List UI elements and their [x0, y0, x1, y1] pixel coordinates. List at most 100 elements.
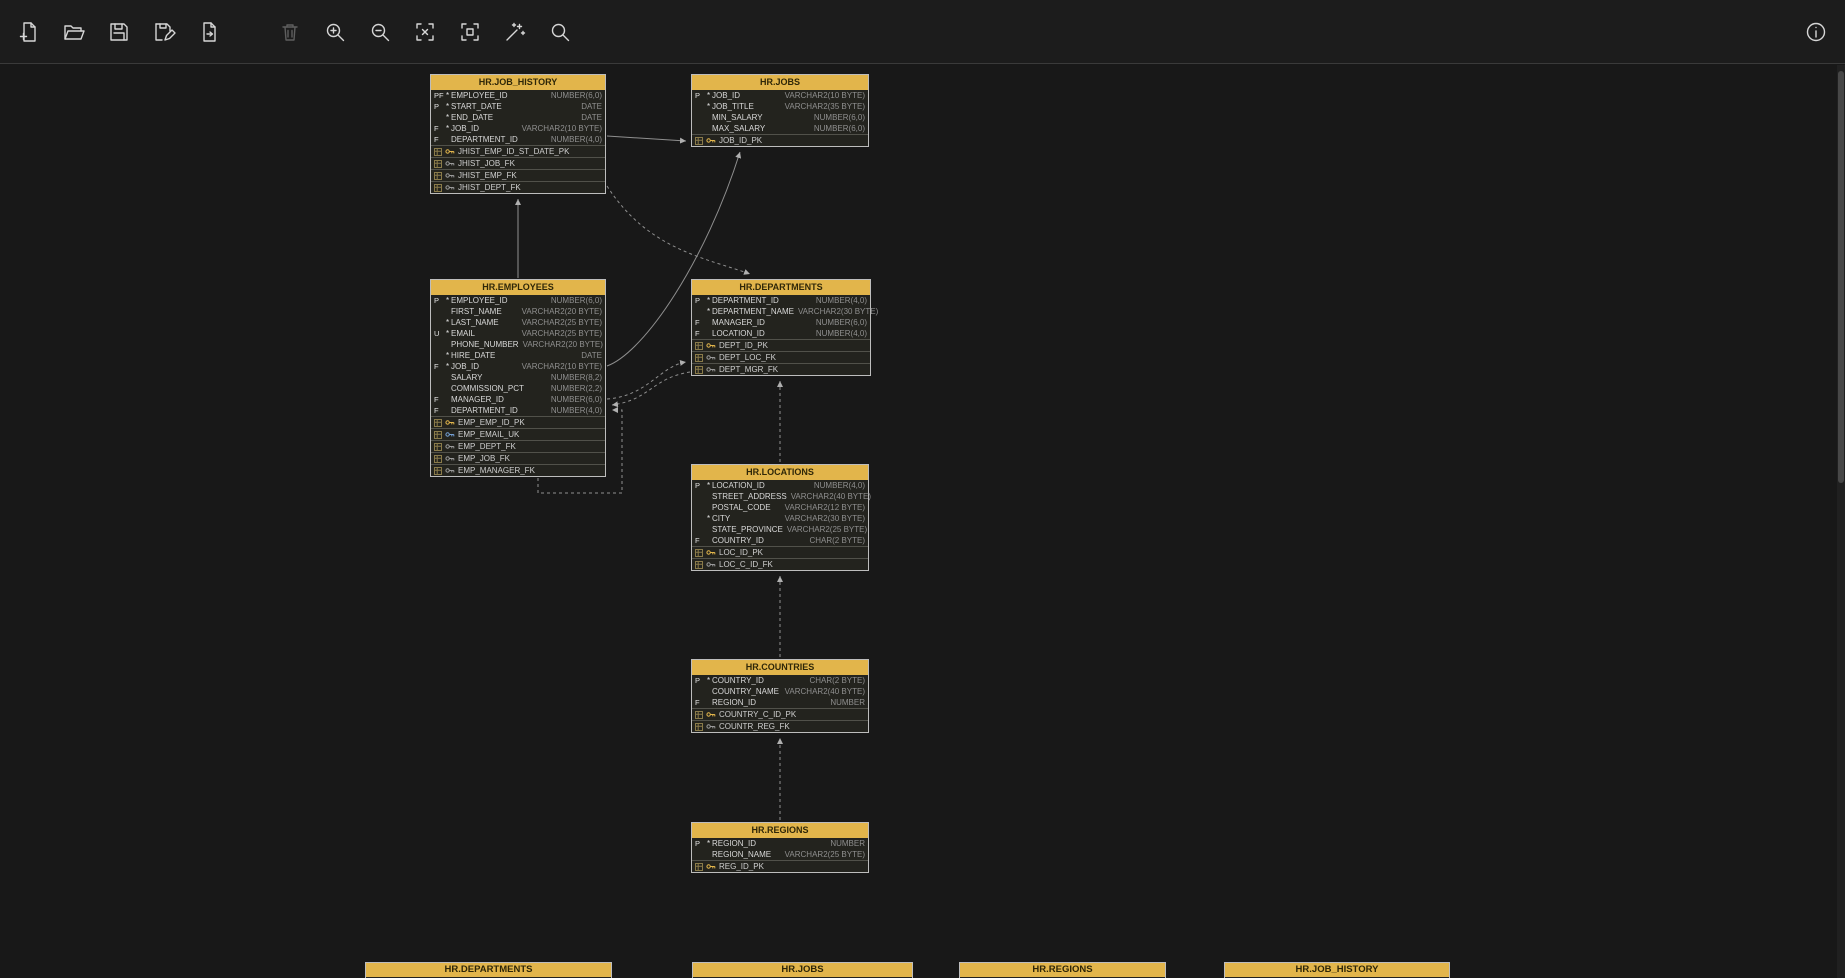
main-toolbar [0, 0, 1845, 64]
entity-table-hr-employees[interactable]: HR.EMPLOYEESP*EMPLOYEE_IDNUMBER(6,0)FIRS… [430, 279, 606, 477]
key-name: DEPT_ID_PK [719, 341, 768, 350]
column-flags: P [695, 91, 707, 100]
key-name: COUNTR_REG_FK [719, 722, 790, 731]
entity-table-partial-hr-job-history[interactable]: HR.JOB_HISTORY [1224, 962, 1450, 978]
entity-table-hr-countries[interactable]: HR.COUNTRIESP*COUNTRY_IDCHAR(2 BYTE)COUN… [691, 659, 869, 733]
fit-screen-button[interactable] [451, 13, 489, 51]
column-row: MAX_SALARYNUMBER(6,0) [692, 123, 868, 134]
save-button[interactable] [100, 13, 138, 51]
column-type: VARCHAR2(10 BYTE) [518, 124, 602, 133]
vertical-scrollbar-thumb[interactable] [1838, 71, 1844, 483]
export-button[interactable] [190, 13, 228, 51]
column-type: DATE [577, 351, 602, 360]
entity-table-hr-locations[interactable]: HR.LOCATIONSP*LOCATION_IDNUMBER(4,0)STRE… [691, 464, 869, 571]
column-name: JOB_ID [451, 362, 479, 371]
connector-jhist-job-fk[interactable] [607, 136, 686, 141]
key-row: DEPT_LOC_FK [692, 351, 870, 363]
pk-key-icon [445, 147, 455, 156]
pk-key-icon [445, 418, 455, 427]
entity-table-partial-hr-departments[interactable]: HR.DEPARTMENTS [365, 962, 612, 978]
column-name: COUNTRY_ID [712, 676, 764, 685]
column-name: MANAGER_ID [712, 318, 765, 327]
save-icon [107, 20, 131, 44]
column-row: FIRST_NAMEVARCHAR2(20 BYTE) [431, 306, 605, 317]
column-type: VARCHAR2(30 BYTE) [781, 514, 865, 523]
index-grid-icon [434, 160, 442, 168]
new-diagram-icon [17, 20, 41, 44]
column-type: VARCHAR2(25 BYTE) [781, 850, 865, 859]
column-type: VARCHAR2(40 BYTE) [787, 492, 871, 501]
column-type: VARCHAR2(10 BYTE) [781, 91, 865, 100]
entity-table-hr-regions[interactable]: HR.REGIONSP*REGION_IDNUMBERREGION_NAME VA… [691, 822, 869, 873]
diagram-canvas[interactable]: HR.JOB_HISTORYPF*EMPLOYEE_IDNUMBER(6,0)P… [0, 0, 1845, 978]
export-icon [197, 20, 221, 44]
delete-button[interactable] [271, 13, 309, 51]
column-type: VARCHAR2(40 BYTE) [781, 687, 865, 696]
column-name: EMPLOYEE_ID [451, 296, 507, 305]
zoom-out-button[interactable] [361, 13, 399, 51]
fk-key-icon [706, 353, 716, 362]
key-name: DEPT_MGR_FK [719, 365, 778, 374]
column-row: COUNTRY_NAMEVARCHAR2(40 BYTE) [692, 686, 868, 697]
entity-table-hr-job-history[interactable]: HR.JOB_HISTORYPF*EMPLOYEE_IDNUMBER(6,0)P… [430, 74, 606, 194]
column-flags: F [434, 406, 446, 415]
pk-key-icon [706, 548, 716, 557]
index-grid-icon [695, 863, 703, 871]
entity-table-partial-hr-jobs[interactable]: HR.JOBS [692, 962, 913, 978]
column-name: LOCATION_ID [712, 329, 765, 338]
column-type: VARCHAR2(20 BYTE) [519, 340, 603, 349]
connector-dept-mgr-fk[interactable] [612, 372, 690, 405]
column-row: P*REGION_IDNUMBER [692, 838, 868, 849]
fk-key-icon [706, 722, 716, 731]
column-row: COMMISSION_PCTNUMBER(2,2) [431, 383, 605, 394]
index-grid-icon [695, 342, 703, 350]
column-type: DATE [577, 113, 602, 122]
search-button[interactable] [541, 13, 579, 51]
save-as-button[interactable] [145, 13, 183, 51]
open-button[interactable] [55, 13, 93, 51]
table-title: HR.EMPLOYEES [431, 280, 605, 295]
column-flags: F [434, 362, 446, 371]
column-type: NUMBER(6,0) [810, 113, 865, 122]
column-name: SALARY [451, 373, 482, 382]
column-name: REGION_NAME [712, 850, 771, 859]
column-row: FDEPARTMENT_IDNUMBER(4,0) [431, 405, 605, 416]
column-row: *END_DATEDATE [431, 112, 605, 123]
column-name: START_DATE [451, 102, 502, 111]
column-type: VARCHAR2(25 BYTE) [518, 318, 602, 327]
zoom-to-fit-button[interactable] [406, 13, 444, 51]
connector-emp-dept-fk[interactable] [607, 362, 686, 399]
column-type: VARCHAR2(20 BYTE) [518, 307, 602, 316]
info-button[interactable] [1797, 13, 1835, 51]
entity-table-hr-jobs[interactable]: HR.JOBSP*JOB_IDVARCHAR2(10 BYTE)*JOB_TIT… [691, 74, 869, 147]
index-grid-icon [695, 366, 703, 374]
fk-key-icon [445, 442, 455, 451]
fk-key-icon [445, 183, 455, 192]
column-name: COMMISSION_PCT [451, 384, 524, 393]
column-row: F*JOB_IDVARCHAR2(10 BYTE) [431, 361, 605, 372]
column-type: NUMBER(6,0) [547, 395, 602, 404]
new-diagram-button[interactable] [10, 13, 48, 51]
key-row: JHIST_EMP_ID_ST_DATE_PK [431, 145, 605, 157]
column-row: *JOB_TITLEVARCHAR2(35 BYTE) [692, 101, 868, 112]
column-name: STATE_PROVINCE [712, 525, 783, 534]
entity-table-partial-hr-regions[interactable]: HR.REGIONS [959, 962, 1166, 978]
column-row: P*START_DATEDATE [431, 101, 605, 112]
zoom-in-button[interactable] [316, 13, 354, 51]
column-name: MANAGER_ID [451, 395, 504, 404]
fk-key-icon [445, 171, 455, 180]
connector-jhist-dept-fk[interactable] [607, 186, 750, 274]
table-title: HR.REGIONS [692, 823, 868, 838]
fk-key-icon [706, 560, 716, 569]
column-type: NUMBER(4,0) [812, 329, 867, 338]
key-name: LOC_C_ID_FK [719, 560, 773, 569]
vertical-scrollbar[interactable] [1837, 65, 1845, 978]
column-type: VARCHAR2(25 BYTE) [783, 525, 867, 534]
entity-table-hr-departments[interactable]: HR.DEPARTMENTSP*DEPARTMENT_IDNUMBER(4,0)… [691, 279, 871, 376]
index-grid-icon [434, 184, 442, 192]
column-type: NUMBER(6,0) [547, 296, 602, 305]
column-flags: F [434, 124, 446, 133]
table-title: HR.DEPARTMENTS [692, 280, 870, 295]
index-grid-icon [695, 561, 703, 569]
auto-layout-button[interactable] [496, 13, 534, 51]
